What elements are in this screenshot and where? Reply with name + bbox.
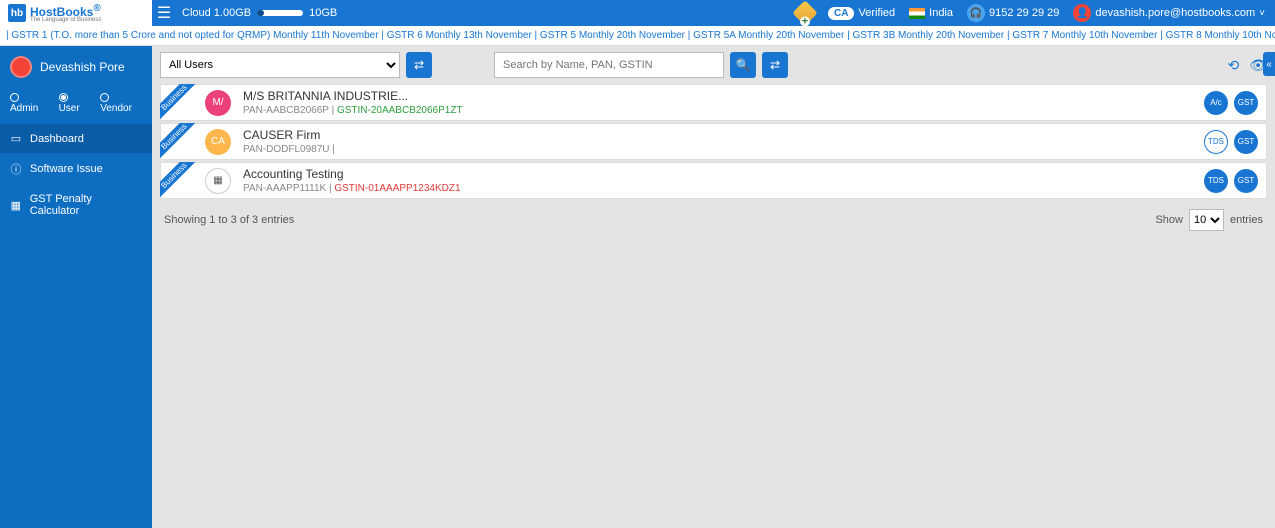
- role-option-vendor[interactable]: Vendor: [100, 92, 142, 114]
- collapse-panel-tab[interactable]: «: [1263, 52, 1275, 76]
- chevron-down-icon: ˅: [1259, 8, 1265, 19]
- business-list: BusinessM/M/S BRITANNIA INDUSTRIE...PAN-…: [152, 84, 1275, 199]
- sidebar-item-icon: ⓘ: [10, 161, 22, 177]
- user-menu[interactable]: 👤 devashish.pore@hostbooks.com ˅: [1073, 4, 1265, 22]
- verified-indicator[interactable]: CA Verified: [828, 7, 895, 20]
- business-title: Accounting Testing: [243, 167, 1204, 181]
- announcement-ticker: | GSTR 1 (T.O. more than 5 Crore and not…: [0, 26, 1275, 46]
- business-actions: A/cGST: [1204, 91, 1258, 115]
- brand-logo-badge: hb: [8, 4, 26, 22]
- sidebar-item-icon: ▭: [10, 132, 22, 145]
- role-selector: Admin User Vendor: [0, 88, 152, 124]
- business-title: M/S BRITANNIA INDUSTRIE...: [243, 89, 1204, 103]
- show-label: Show: [1155, 214, 1183, 226]
- user-avatar-icon: 👤: [1073, 4, 1091, 22]
- business-ribbon: Business: [160, 123, 200, 163]
- radio-icon: [100, 93, 109, 102]
- india-flag-icon: [909, 8, 925, 19]
- business-avatar-icon: CA: [205, 129, 231, 155]
- action-tds[interactable]: TDS: [1204, 169, 1228, 193]
- user-filter-select[interactable]: All Users: [160, 52, 400, 78]
- sync-button[interactable]: ⇄: [762, 52, 788, 78]
- search-input[interactable]: [494, 52, 724, 78]
- sidebar-item-icon: ▦: [10, 199, 22, 212]
- business-ribbon: Business: [160, 84, 200, 124]
- business-avatar-icon: M/: [205, 90, 231, 116]
- sidebar: Devashish Pore Admin User Vendor ▭ Dashboar…: [0, 46, 152, 528]
- cloud-refresh-icon[interactable]: ⟲: [1227, 57, 1239, 74]
- hamburger-icon[interactable]: ☰: [152, 3, 176, 23]
- action-gst[interactable]: GST: [1234, 130, 1258, 154]
- sidebar-item-gst-penalty-calculator[interactable]: ▦ GST Penalty Calculator: [0, 185, 152, 225]
- business-avatar-icon: ▦: [205, 168, 231, 194]
- toolbar: All Users ⇄ 🔍 ⇄ ⟲ 👁: [152, 46, 1275, 84]
- business-ribbon: Business: [160, 162, 200, 202]
- business-card[interactable]: BusinessCA CAUSER Firm PAN-DODFL0987U | TD…: [160, 123, 1267, 160]
- topbar-right: CA Verified India 🎧 9152 29 29 29 👤 deva…: [796, 4, 1275, 22]
- sidebar-item-label: GST Penalty Calculator: [30, 193, 142, 217]
- refresh-icon: ⇄: [414, 58, 424, 72]
- action-ac[interactable]: A/c: [1204, 91, 1228, 115]
- premium-badge-icon[interactable]: [792, 0, 817, 25]
- brand-tagline: The Language of Business: [30, 17, 101, 23]
- radio-icon: [59, 93, 68, 102]
- sync-icon: ⇄: [770, 58, 780, 72]
- action-gst[interactable]: GST: [1234, 169, 1258, 193]
- business-subline: PAN-AAAPP1111K | GSTIN-01AAAPP1234KDZ1: [243, 183, 1204, 194]
- sidebar-item-software-issue[interactable]: ⓘ Software Issue: [0, 153, 152, 185]
- main-content: « All Users ⇄ 🔍 ⇄ ⟲ 👁 BusinessM/M/S BRIT…: [152, 46, 1275, 528]
- sidebar-avatar-icon: [10, 56, 32, 78]
- role-option-user[interactable]: User: [59, 92, 91, 114]
- phone-number: 9152 29 29 29: [989, 7, 1059, 19]
- business-subline: PAN-AABCB2066P | GSTIN-20AABCB2066P1ZT: [243, 105, 1204, 116]
- support-phone[interactable]: 🎧 9152 29 29 29: [967, 4, 1059, 22]
- topbar: hb HostBooks® The Language of Business ☰…: [0, 0, 1275, 26]
- showing-text: Showing 1 to 3 of 3 entries: [164, 214, 294, 226]
- country-selector[interactable]: India: [909, 7, 953, 19]
- search-icon: 🔍: [736, 58, 751, 72]
- entries-label: entries: [1230, 214, 1263, 226]
- sidebar-user[interactable]: Devashish Pore: [0, 46, 152, 88]
- business-card[interactable]: Business▦ Accounting Testing PAN-AAAPP1111…: [160, 162, 1267, 199]
- business-subline: PAN-DODFL0987U |: [243, 144, 1204, 155]
- cloud-total-label: 10GB: [309, 7, 337, 19]
- role-option-admin[interactable]: Admin: [10, 92, 49, 114]
- verified-text: Verified: [858, 7, 895, 19]
- cloud-progress-bar: [257, 10, 303, 16]
- sidebar-item-dashboard[interactable]: ▭ Dashboard: [0, 124, 152, 153]
- sidebar-item-label: Dashboard: [30, 133, 84, 145]
- cloud-used-label: Cloud 1.00GB: [182, 7, 251, 19]
- country-label: India: [929, 7, 953, 19]
- ca-badge-icon: CA: [828, 7, 854, 20]
- action-gst[interactable]: GST: [1234, 91, 1258, 115]
- business-title: CAUSER Firm: [243, 128, 1204, 142]
- business-card[interactable]: BusinessM/M/S BRITANNIA INDUSTRIE... PAN-…: [160, 84, 1267, 121]
- cloud-storage[interactable]: Cloud 1.00GB 10GB: [182, 7, 337, 19]
- brand-name: HostBooks®: [30, 4, 101, 17]
- brand-logo[interactable]: hb HostBooks® The Language of Business: [0, 0, 152, 26]
- sidebar-item-label: Software Issue: [30, 163, 103, 175]
- filter-refresh-button[interactable]: ⇄: [406, 52, 432, 78]
- sidebar-username: Devashish Pore: [40, 60, 125, 74]
- business-actions: TDSGST: [1204, 169, 1258, 193]
- radio-icon: [10, 93, 19, 102]
- list-footer: Showing 1 to 3 of 3 entries Show 10 entr…: [152, 201, 1275, 239]
- action-tds[interactable]: TDS: [1204, 130, 1228, 154]
- user-email: devashish.pore@hostbooks.com: [1095, 7, 1255, 19]
- page-size-select[interactable]: 10: [1189, 209, 1224, 231]
- headset-icon: 🎧: [967, 4, 985, 22]
- search-button[interactable]: 🔍: [730, 52, 756, 78]
- business-actions: TDSGST: [1204, 130, 1258, 154]
